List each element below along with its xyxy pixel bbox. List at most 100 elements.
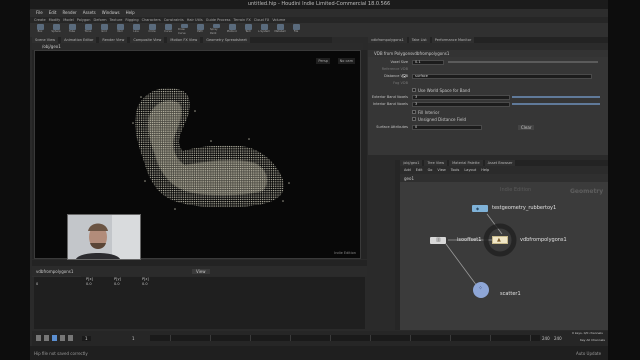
node-vdbfrompolygons[interactable]: ▲: [492, 236, 508, 244]
timeline-bar[interactable]: [150, 335, 540, 341]
world-space-toggle[interactable]: [412, 88, 416, 92]
menu-edit[interactable]: Edit: [49, 9, 57, 17]
shelf-tool-line[interactable]: Line: [130, 24, 142, 36]
net-menu-go[interactable]: Go: [428, 166, 433, 174]
node-label-isooffset: isooffset1: [457, 237, 482, 243]
keys-status: 0 keys, 0/0 channels: [572, 331, 603, 335]
fill-interior-toggle[interactable]: [412, 110, 416, 114]
net-menu-add[interactable]: Add: [404, 166, 411, 174]
spreadsheet-toolbar: vdbfrompolygons1 View: [32, 266, 367, 276]
table-row[interactable]: 0 0.0 0.0 0.0: [34, 282, 365, 287]
spreadsheet-view-menu[interactable]: View: [192, 269, 210, 274]
param-reference-vdb: Reference VDB: [381, 67, 408, 71]
range-start[interactable]: 1: [132, 336, 135, 341]
network-path[interactable]: geo1: [404, 176, 414, 181]
shelf-tool-curve[interactable]: Curve: [162, 24, 174, 36]
shelf-tool-grid[interactable]: Grid: [98, 24, 110, 36]
shelf-toolbar: Box Sphere Tube Torus Grid Null Line Cir…: [30, 23, 608, 37]
param-pane-path: [368, 43, 608, 50]
net-menu-help[interactable]: Help: [481, 166, 489, 174]
param-distance-vdb: Distance VDB surface: [368, 73, 608, 79]
node-isooffset[interactable]: ▥: [430, 237, 446, 244]
shelf-tool-box[interactable]: Box: [34, 24, 46, 36]
step-forward-icon[interactable]: [60, 335, 65, 341]
shelf-tool-draw-curve[interactable]: Draw Curve: [178, 24, 190, 36]
node-name-field[interactable]: vdbfrompolygons1: [412, 51, 449, 56]
view-mode-menu[interactable]: Persp: [316, 58, 330, 64]
exterior-band-slider[interactable]: [512, 96, 600, 98]
interior-band-slider[interactable]: [512, 103, 600, 105]
param-surface-attributes: Surface Attributes 0 Clear: [368, 124, 608, 130]
param-header: VDB from Polygons vdbfrompolygons1: [368, 50, 608, 57]
node-scatter[interactable]: ⁘: [473, 282, 489, 298]
net-menu-tools[interactable]: Tools: [451, 166, 460, 174]
menu-assets[interactable]: Assets: [83, 9, 96, 17]
param-fog-vdb: Fog VDB: [393, 81, 408, 85]
status-bar: Hip file not saved correctly Auto Update: [30, 346, 608, 360]
shelf-tool-platonic[interactable]: Platonic: [226, 24, 238, 36]
menu-windows[interactable]: Windows: [102, 9, 120, 17]
param-world-space-band: Use World Space for Band: [368, 87, 608, 93]
menu-file[interactable]: File: [36, 9, 43, 17]
exterior-band-field[interactable]: 3: [412, 94, 510, 100]
shelf-tool-spray-paint[interactable]: Spray Paint: [210, 24, 222, 36]
main-menu-bar: File Edit Render Assets Windows Help: [30, 9, 608, 17]
surface-attributes-field[interactable]: 0: [412, 124, 482, 130]
shelf-tool-lsystem[interactable]: L-System: [258, 24, 270, 36]
menu-render[interactable]: Render: [62, 9, 76, 17]
shelf-tool-sphere[interactable]: Sphere: [50, 24, 62, 36]
skip-start-icon[interactable]: [36, 335, 41, 341]
isooffset-icon: ▥: [436, 237, 441, 243]
skip-end-icon[interactable]: [68, 335, 73, 341]
scatter-icon: ⁘: [478, 285, 484, 292]
title-bar: untitled.hip - Houdini Indie Limited-Com…: [30, 0, 608, 9]
clear-button[interactable]: Clear: [518, 124, 535, 130]
unsigned-distance-toggle[interactable]: [412, 117, 416, 121]
shelf-tool-path[interactable]: Path: [194, 24, 206, 36]
interior-band-field[interactable]: 3: [412, 101, 510, 107]
shelf-tool-metaball[interactable]: Metaball: [274, 24, 286, 36]
network-menu-bar: Add Edit Go View Tools Layout Help: [400, 166, 608, 174]
net-menu-layout[interactable]: Layout: [464, 166, 476, 174]
node-testgeometry-rubbertoy[interactable]: ◆: [472, 205, 488, 212]
play-icon[interactable]: [52, 335, 57, 341]
shelf-tool-file[interactable]: File: [290, 24, 302, 36]
range-end[interactable]: 240: [542, 336, 550, 341]
net-menu-view[interactable]: View: [437, 166, 445, 174]
viewer-display-strip[interactable]: [361, 50, 367, 259]
vdb-icon: ▲: [497, 237, 501, 243]
voxel-size-slider[interactable]: [448, 61, 598, 63]
param-fill-interior: Fill Interior: [368, 109, 608, 115]
auto-update-menu[interactable]: Auto Update: [576, 351, 601, 356]
shelf-tool-text[interactable]: Text: [242, 24, 254, 36]
node-type-label: VDB from Polygons: [374, 51, 413, 56]
status-message: Hip file not saved correctly: [34, 351, 88, 356]
key-all-button[interactable]: Key All Channels: [580, 338, 605, 343]
voxel-size-field[interactable]: 0.1: [412, 59, 444, 65]
shelf-tool-torus[interactable]: Torus: [82, 24, 94, 36]
step-back-icon[interactable]: [44, 335, 49, 341]
presenter-video: [68, 215, 140, 259]
distance-vdb-field[interactable]: surface: [412, 73, 592, 79]
houdini-window: untitled.hip - Houdini Indie Limited-Com…: [30, 0, 608, 360]
frame-field[interactable]: 1: [82, 336, 91, 341]
node-label-scatter: scatter1: [500, 291, 521, 297]
shelf-tool-circle[interactable]: Circle: [146, 24, 158, 36]
playbar: 1 1 240 240 0 keys, 0/0 channels Key All…: [32, 331, 608, 346]
network-path-bar: geo1: [400, 174, 608, 182]
param-unsigned-distance: Unsigned Distance Field: [368, 116, 608, 122]
range-end-global[interactable]: 240: [554, 336, 562, 341]
network-editor[interactable]: Indie Edition Geometry ◆ testgeometry_ru…: [400, 182, 608, 330]
param-voxel-size: Voxel Size 0.1: [368, 59, 608, 65]
parameter-list: Voxel Size 0.1 Reference VDB Distance VD…: [368, 57, 608, 155]
shelf-tool-null[interactable]: Null: [114, 24, 126, 36]
shelf-tool-tube[interactable]: Tube: [66, 24, 78, 36]
indie-watermark: Indie Edition: [334, 251, 356, 255]
spreadsheet-node[interactable]: vdbfrompolygons1: [36, 269, 73, 274]
webcam-overlay: [67, 214, 141, 260]
menu-help[interactable]: Help: [126, 9, 135, 17]
viewer-toolbar: /obj/geo1: [32, 43, 363, 50]
viewer-path[interactable]: /obj/geo1: [42, 44, 61, 49]
net-menu-edit[interactable]: Edit: [416, 166, 423, 174]
camera-menu[interactable]: No cam: [337, 58, 355, 64]
